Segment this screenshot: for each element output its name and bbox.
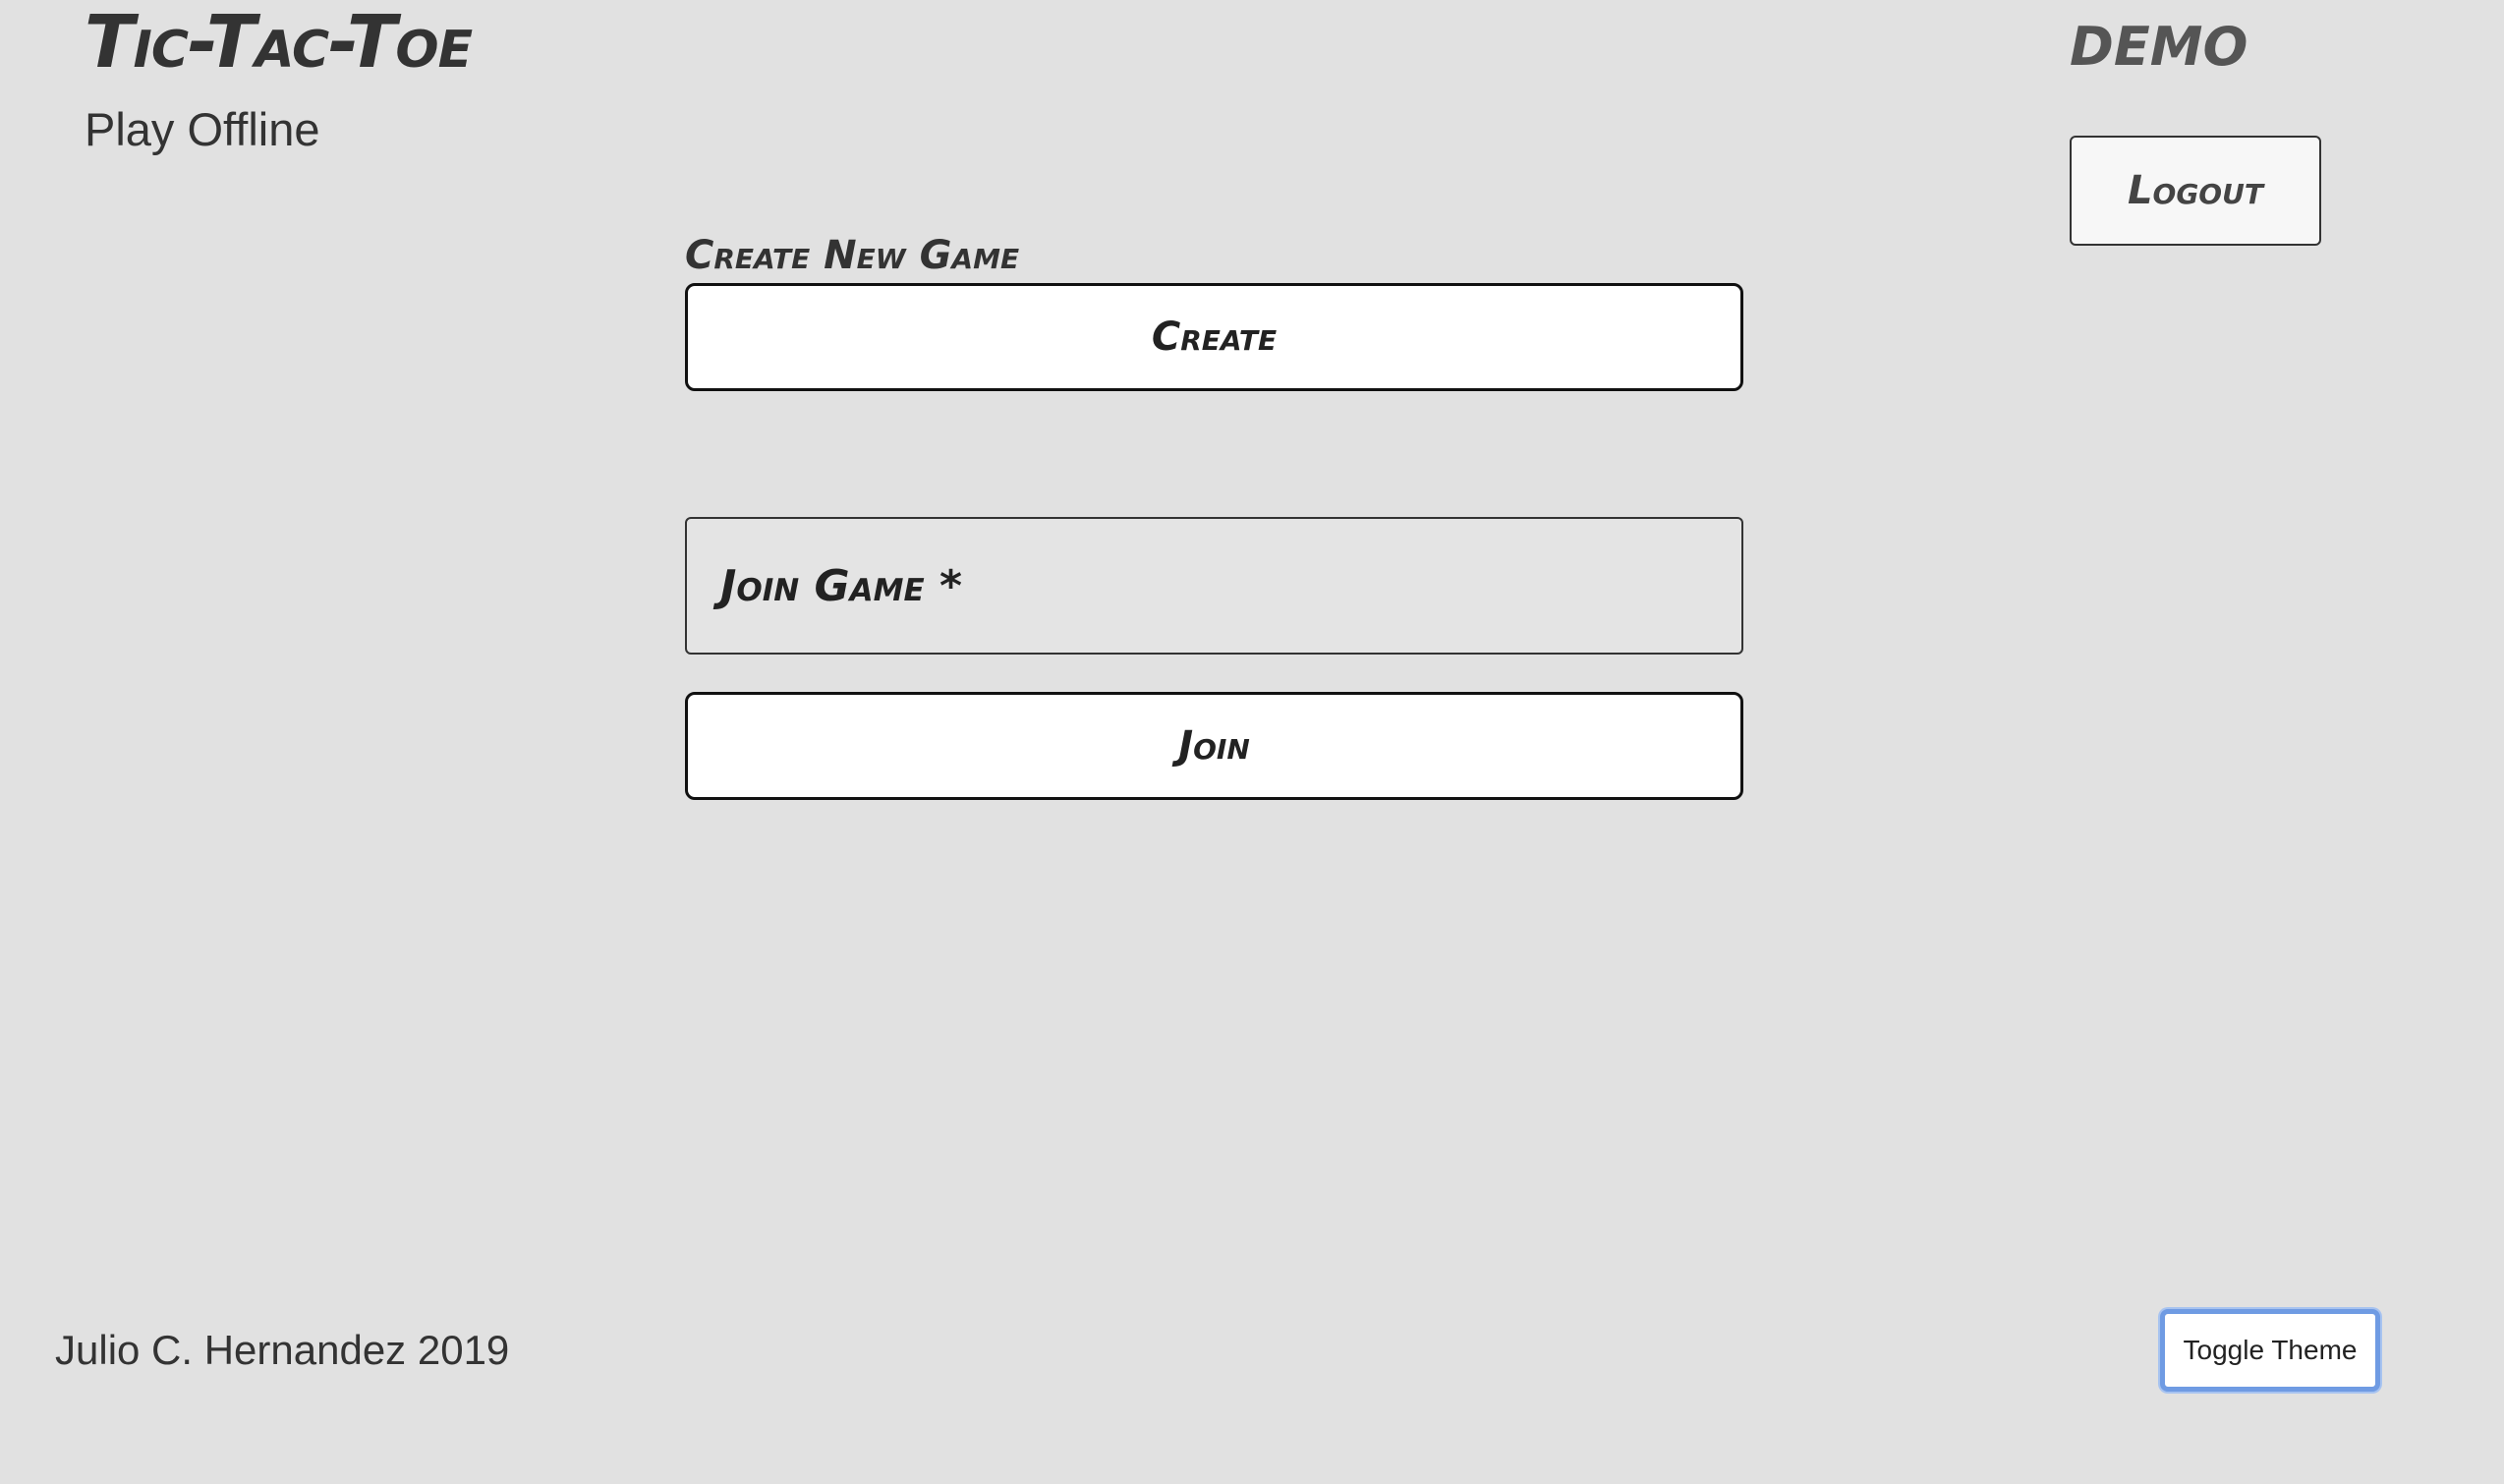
app-title: Tic-Tac-Toe [85, 0, 473, 85]
logout-button[interactable]: Logout [2070, 136, 2321, 246]
create-button[interactable]: Create [685, 283, 1743, 391]
play-offline-link[interactable]: Play Offline [85, 100, 319, 159]
toggle-theme-button[interactable]: Toggle Theme [2160, 1309, 2380, 1392]
join-game-input[interactable] [687, 519, 1741, 653]
footer-credit: Julio C. Hernandez 2019 [55, 1327, 510, 1373]
join-button[interactable]: Join [685, 692, 1743, 800]
join-game-field[interactable]: Join Game * [685, 517, 1743, 655]
username-label: DEMO [2070, 16, 2248, 78]
create-game-heading: Create New Game [685, 233, 1020, 278]
